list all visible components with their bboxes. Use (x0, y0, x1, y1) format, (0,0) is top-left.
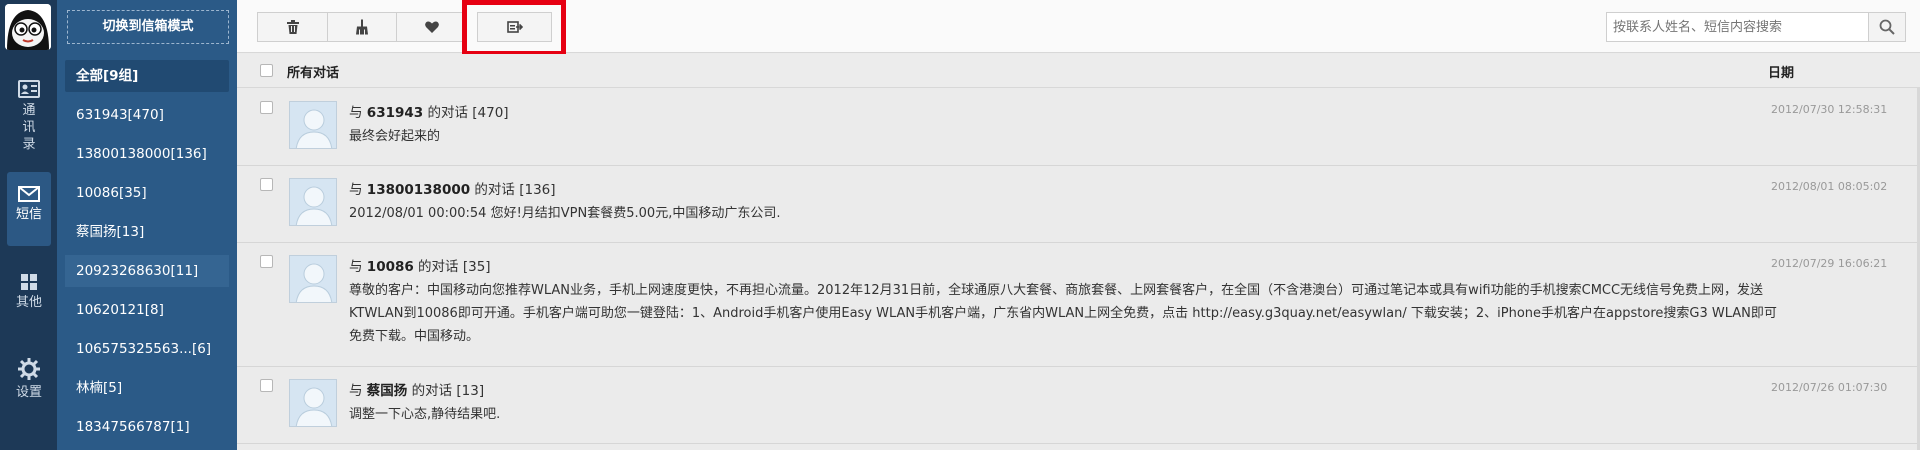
grid-icon (21, 274, 37, 290)
conversation-row[interactable]: 与 631943 的对话 [470] 最终会好起来的 2012/07/30 12… (237, 89, 1920, 166)
switch-mailbox-mode-button[interactable]: 切换到信箱模式 (67, 10, 229, 44)
search-input[interactable] (1607, 13, 1869, 41)
trash-icon (286, 20, 299, 34)
message-date: 2012/08/01 08:05:02 (1771, 180, 1888, 193)
person-placeholder-icon (295, 387, 333, 426)
contact-name: 13800138000 (366, 182, 471, 198)
group-item[interactable]: 10620121[8] (65, 294, 229, 326)
delete-button[interactable] (257, 12, 328, 42)
select-all-checkbox[interactable] (260, 64, 273, 77)
highlight-box (462, 0, 566, 56)
title-prefix: 与 (349, 259, 367, 275)
envelope-icon (18, 186, 40, 202)
rail-label-other: 其他 (15, 295, 42, 310)
person-placeholder-icon (295, 109, 333, 148)
sms-manager-window: 通讯录 短信 其他 设置 切换到信箱模式 全部[9组] 631943[470] … (0, 0, 1920, 450)
clean-button[interactable] (327, 12, 397, 42)
rail-item-other[interactable]: 其他 (7, 272, 51, 332)
broom-icon (356, 19, 368, 35)
conversation-row[interactable]: 与 蔡国扬 的对话 [13] 调整一下心态,静待结果吧. 2012/07/26 … (237, 367, 1920, 444)
list-header: 所有对话 日期 (237, 54, 1920, 88)
person-placeholder-icon (295, 263, 333, 302)
message-date: 2012/07/30 12:58:31 (1771, 103, 1888, 116)
contact-name: 10086 (366, 259, 414, 275)
contact-name: 蔡国扬 (366, 383, 408, 399)
contacts-icon (18, 80, 40, 98)
conversation-title: 与 10086 的对话 [35] (349, 255, 491, 275)
toolbar (237, 0, 1920, 56)
title-prefix: 与 (349, 383, 367, 399)
message-date: 2012/07/26 01:07:30 (1771, 381, 1888, 394)
title-prefix: 与 (349, 105, 367, 121)
heart-icon (424, 21, 439, 33)
conversation-list-panel: 所有对话 日期 与 631943 的对话 [470] 最终会好起来的 2012/… (237, 0, 1920, 450)
conversation-row[interactable]: 与 13800138000 的对话 [136] 2012/08/01 00:00… (237, 166, 1920, 243)
conversation-group-sidebar: 切换到信箱模式 全部[9组] 631943[470] 13800138000[1… (57, 0, 237, 450)
rail-label-sms: 短信 (15, 207, 42, 222)
group-item[interactable]: 18347566787[1] (65, 411, 229, 443)
search-button[interactable] (1868, 12, 1906, 42)
avatar-face-icon (5, 4, 51, 50)
header-date: 日期 (1768, 66, 1795, 81)
row-checkbox[interactable] (260, 178, 273, 191)
title-suffix: 的对话 [136] (470, 182, 556, 198)
message-date: 2012/07/29 16:06:21 (1771, 257, 1888, 270)
rail-item-sms[interactable]: 短信 (7, 172, 51, 246)
conversation-title: 与 631943 的对话 [470] (349, 101, 509, 121)
person-placeholder-icon (295, 186, 333, 225)
contact-avatar (289, 178, 337, 226)
header-all-conversations: 所有对话 (287, 66, 340, 81)
gear-icon (18, 358, 40, 380)
row-checkbox[interactable] (260, 101, 273, 114)
group-item[interactable]: 106575325563...[6] (65, 333, 229, 365)
rail-item-settings[interactable]: 设置 (7, 356, 51, 416)
contact-avatar (289, 255, 337, 303)
conversation-title: 与 13800138000 的对话 [136] (349, 178, 556, 198)
rail-item-contacts[interactable]: 通讯录 (7, 74, 51, 152)
contact-avatar (289, 101, 337, 149)
rail-label-contacts: 通讯录 (22, 103, 36, 152)
group-item-all[interactable]: 全部[9组] (65, 60, 229, 92)
group-item[interactable]: 蔡国扬[13] (65, 216, 229, 248)
search-box (1606, 12, 1876, 42)
title-suffix: 的对话 [35] (413, 259, 491, 275)
group-item[interactable]: 10086[35] (65, 177, 229, 209)
message-preview: 调整一下心态,静待结果吧. (349, 407, 501, 422)
conversation-title: 与 蔡国扬 的对话 [13] (349, 379, 484, 399)
contact-name: 631943 (366, 105, 424, 121)
search-icon (1879, 19, 1895, 35)
rail-label-settings: 设置 (15, 385, 42, 400)
group-item[interactable]: 13800138000[136] (65, 138, 229, 170)
title-prefix: 与 (349, 182, 367, 198)
user-avatar[interactable] (5, 4, 51, 50)
contact-avatar (289, 379, 337, 427)
nav-rail: 通讯录 短信 其他 设置 (0, 0, 57, 450)
message-preview: 最终会好起来的 (349, 129, 441, 144)
message-preview: 尊敬的客户：中国移动向您推荐WLAN业务，手机上网速度更快，不再担心流量。201… (349, 283, 1777, 344)
title-suffix: 的对话 [13] (407, 383, 485, 399)
row-checkbox[interactable] (260, 255, 273, 268)
row-checkbox[interactable] (260, 379, 273, 392)
favorite-button[interactable] (396, 12, 467, 42)
group-item[interactable]: 631943[470] (65, 99, 229, 131)
group-item[interactable]: 20923268630[11] (65, 255, 229, 287)
message-preview: 2012/08/01 00:00:54 您好!月结扣VPN套餐费5.00元,中国… (349, 206, 781, 221)
title-suffix: 的对话 [470] (423, 105, 509, 121)
group-item[interactable]: 林楠[5] (65, 372, 229, 404)
conversation-row[interactable]: 与 10086 的对话 [35] 尊敬的客户：中国移动向您推荐WLAN业务，手机… (237, 243, 1920, 367)
